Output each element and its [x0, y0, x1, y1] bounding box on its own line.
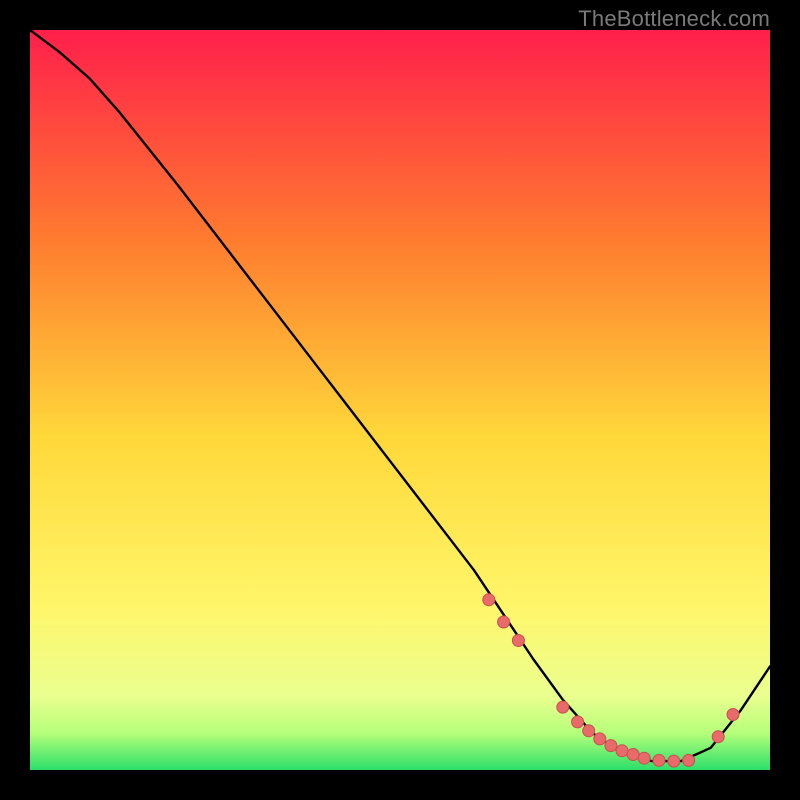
scatter-dot	[627, 749, 639, 761]
watermark-text: TheBottleneck.com	[578, 6, 770, 32]
scatter-dot	[583, 725, 595, 737]
scatter-dot	[668, 755, 680, 767]
scatter-dot	[483, 594, 495, 606]
scatter-dot	[512, 635, 524, 647]
scatter-dot	[712, 731, 724, 743]
scatter-dot	[605, 740, 617, 752]
scatter-dot	[616, 745, 628, 757]
bottleneck-chart	[30, 30, 770, 770]
scatter-dot	[653, 754, 665, 766]
scatter-dot	[557, 701, 569, 713]
scatter-dot	[498, 616, 510, 628]
scatter-dot	[572, 716, 584, 728]
scatter-dot	[594, 733, 606, 745]
chart-frame	[30, 30, 770, 770]
scatter-dot	[683, 754, 695, 766]
scatter-dot	[727, 709, 739, 721]
scatter-dot	[638, 752, 650, 764]
